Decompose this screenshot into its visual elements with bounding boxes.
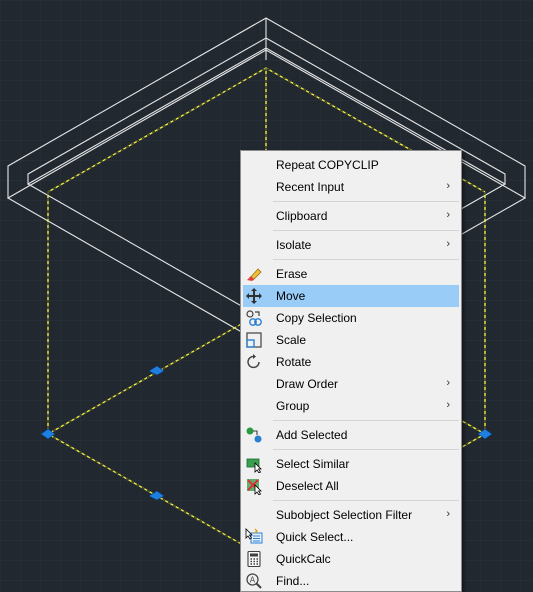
menu-separator	[273, 230, 459, 231]
find-icon: A	[246, 573, 262, 589]
menu-item-label: Clipboard	[276, 209, 328, 223]
menu-item-recent-input[interactable]: Recent Input ›	[243, 176, 459, 198]
submenu-arrow-icon: ›	[446, 508, 450, 520]
menu-item-label: Quick Select...	[276, 530, 354, 544]
menu-item-label: QuickCalc	[276, 552, 331, 566]
menu-separator	[273, 449, 459, 450]
menu-item-label: Scale	[276, 333, 307, 347]
menu-item-label: Rotate	[276, 355, 312, 369]
menu-item-quickcalc[interactable]: QuickCalc	[243, 548, 459, 570]
submenu-arrow-icon: ›	[446, 377, 450, 389]
quick-select-icon	[245, 528, 263, 544]
menu-item-subobject-selection-filter[interactable]: Subobject Selection Filter ›	[243, 504, 459, 526]
menu-separator	[273, 259, 459, 260]
menu-item-deselect-all[interactable]: Deselect All	[243, 475, 459, 497]
menu-item-rotate[interactable]: Rotate	[243, 351, 459, 373]
select-similar-icon	[246, 458, 262, 473]
menu-item-copy-selection[interactable]: Copy Selection	[243, 307, 459, 329]
menu-item-quick-select[interactable]: Quick Select...	[243, 526, 459, 548]
copy-selection-icon	[246, 310, 262, 326]
menu-item-label: Subobject Selection Filter	[276, 508, 413, 522]
menu-item-repeat-copyclip[interactable]: Repeat COPYCLIP	[243, 154, 459, 176]
menu-item-label: Isolate	[276, 238, 312, 252]
svg-text:A: A	[250, 576, 256, 585]
menu-separator	[273, 201, 459, 202]
menu-item-label: Group	[276, 399, 310, 413]
calculator-icon	[247, 550, 261, 568]
menu-item-select-similar[interactable]: Select Similar	[243, 453, 459, 475]
menu-item-erase[interactable]: Erase	[243, 263, 459, 285]
menu-item-label: Erase	[276, 267, 308, 281]
menu-item-label: Repeat COPYCLIP	[276, 158, 379, 172]
menu-item-move[interactable]: Move	[243, 285, 459, 307]
menu-item-add-selected[interactable]: Add Selected	[243, 424, 459, 446]
menu-item-label: Copy Selection	[276, 311, 357, 325]
scale-icon	[246, 332, 262, 348]
rotate-icon	[247, 354, 260, 369]
add-selected-icon	[246, 427, 262, 443]
menu-item-label: Select Similar	[276, 457, 350, 471]
menu-item-label: Find...	[276, 574, 310, 588]
menu-item-draw-order[interactable]: Draw Order ›	[243, 373, 459, 395]
eraser-icon	[247, 268, 262, 281]
menu-item-find[interactable]: A Find...	[243, 570, 459, 591]
menu-separator	[273, 420, 459, 421]
context-menu: Repeat COPYCLIP Recent Input › Clipboard…	[240, 150, 462, 592]
menu-item-label: Deselect All	[276, 479, 339, 493]
submenu-arrow-icon: ›	[446, 399, 450, 411]
submenu-arrow-icon: ›	[446, 238, 450, 250]
menu-item-group[interactable]: Group ›	[243, 395, 459, 417]
menu-item-clipboard[interactable]: Clipboard ›	[243, 205, 459, 227]
menu-item-label: Add Selected	[276, 428, 348, 442]
submenu-arrow-icon: ›	[446, 209, 450, 221]
deselect-all-icon	[247, 479, 262, 495]
move-arrows-icon	[246, 288, 262, 304]
menu-item-label: Move	[276, 289, 306, 303]
menu-item-isolate[interactable]: Isolate ›	[243, 234, 459, 256]
submenu-arrow-icon: ›	[446, 180, 450, 192]
menu-item-scale[interactable]: Scale	[243, 329, 459, 351]
menu-item-label: Draw Order	[276, 377, 339, 391]
menu-separator	[273, 500, 459, 501]
menu-item-label: Recent Input	[276, 180, 345, 194]
